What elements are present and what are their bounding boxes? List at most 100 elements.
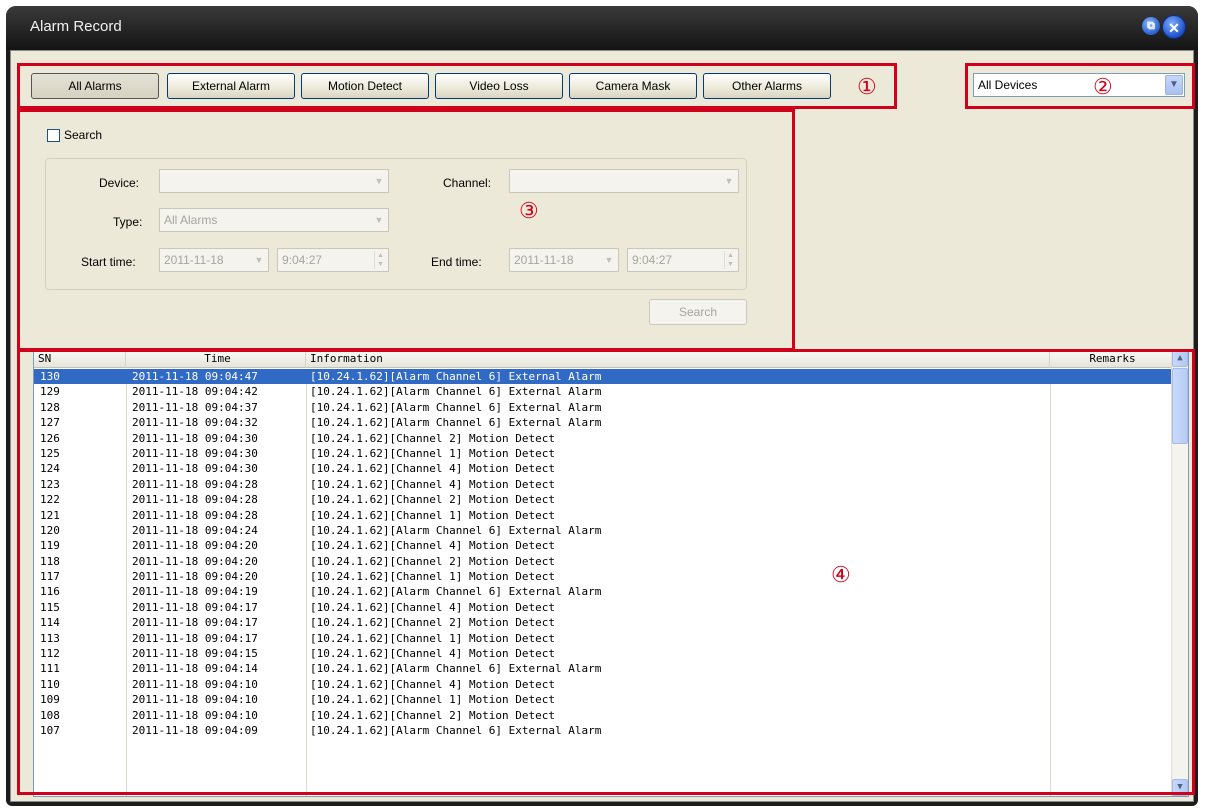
device-dropdown-value: All Devices	[978, 78, 1038, 92]
vertical-scrollbar[interactable]: ▲ ▼	[1171, 350, 1188, 796]
table-row[interactable]: 110 2011-11-18 09:04:10 [10.24.1.62][Chann…	[34, 677, 1172, 692]
column-header-information[interactable]: Information	[306, 350, 1050, 368]
table-row[interactable]: 122 2011-11-18 09:04:28 [10.24.1.62][Chann…	[34, 492, 1172, 507]
table-row[interactable]: 113 2011-11-18 09:04:17 [10.24.1.62][Chann…	[34, 631, 1172, 646]
chevron-down-icon: ▼	[724, 176, 734, 186]
cell-sn: 127	[40, 416, 60, 430]
end-date-value: 2011-11-18	[514, 253, 574, 267]
cell-information: [10.24.1.62][Alarm Channel 6] External A…	[310, 723, 602, 737]
cell-information: [10.24.1.62][Channel 4] Motion Detect	[310, 462, 556, 476]
cell-sn: 128	[40, 400, 60, 414]
cell-information: [10.24.1.62][Channel 4] Motion Detect	[310, 539, 556, 553]
tab-camera-mask[interactable]: Camera Mask	[569, 73, 697, 99]
cell-sn: 107	[40, 723, 60, 737]
cell-information: [10.24.1.62][Channel 2] Motion Detect	[310, 616, 556, 630]
column-header-remarks[interactable]: Remarks	[1050, 350, 1172, 368]
table-row[interactable]: 125 2011-11-18 09:04:30 [10.24.1.62][Chann…	[34, 446, 1172, 461]
cell-sn: 126	[40, 431, 60, 445]
scroll-thumb[interactable]	[1172, 368, 1188, 444]
table-row[interactable]: 129 2011-11-18 09:04:42 [10.24.1.62][Alarm…	[34, 384, 1172, 399]
device-select[interactable]: ▼	[159, 169, 389, 193]
cell-information: [10.24.1.62][Channel 2] Motion Detect	[310, 554, 556, 568]
column-header-time[interactable]: Time	[126, 350, 306, 368]
cell-time: 2011-11-18 09:04:30	[132, 431, 258, 445]
cell-time: 2011-11-18 09:04:24	[132, 523, 258, 537]
cell-sn: 124	[40, 462, 60, 476]
annotation-number-3: ③	[519, 199, 539, 224]
title-bar[interactable]: Alarm Record ⧉ ✕	[6, 6, 1198, 50]
tab-external-alarm[interactable]: External Alarm	[167, 73, 295, 99]
end-time-value: 9:04:27	[632, 253, 673, 267]
alarm-rows: 130 2011-11-18 09:04:47 [10.24.1.62][Alarm…	[34, 369, 1172, 738]
type-select-value: All Alarms	[164, 213, 218, 227]
cell-information: [10.24.1.62][Channel 2] Motion Detect	[310, 431, 556, 445]
annotation-number-1: ①	[857, 75, 877, 100]
scroll-up-icon[interactable]: ▲	[1172, 350, 1188, 367]
table-row[interactable]: 108 2011-11-18 09:04:10 [10.24.1.62][Chann…	[34, 708, 1172, 723]
spinner-arrows-icon: ▲ ▼	[724, 251, 736, 269]
cell-information: [10.24.1.62][Alarm Channel 6] External A…	[310, 416, 602, 430]
table-row[interactable]: 111 2011-11-18 09:04:14 [10.24.1.62][Alarm…	[34, 661, 1172, 676]
type-label: Type:	[113, 215, 143, 229]
cell-sn: 117	[40, 570, 60, 584]
cell-time: 2011-11-18 09:04:28	[132, 508, 258, 522]
table-row[interactable]: 114 2011-11-18 09:04:17 [10.24.1.62][Chann…	[34, 615, 1172, 630]
cell-sn: 115	[40, 600, 60, 614]
cell-time: 2011-11-18 09:04:17	[132, 600, 258, 614]
cell-information: [10.24.1.62][Channel 4] Motion Detect	[310, 677, 556, 691]
table-row[interactable]: 107 2011-11-18 09:04:09 [10.24.1.62][Alarm…	[34, 723, 1172, 738]
cell-information: [10.24.1.62][Channel 4] Motion Detect	[310, 600, 556, 614]
alarm-list[interactable]: SN Time Information Remarks 130 2011-11-1…	[33, 349, 1189, 797]
cell-time: 2011-11-18 09:04:10	[132, 693, 258, 707]
chevron-down-icon[interactable]: ▼	[1165, 75, 1183, 95]
channel-select[interactable]: ▼	[509, 169, 739, 193]
cell-time: 2011-11-18 09:04:09	[132, 723, 258, 737]
cell-sn: 112	[40, 647, 60, 661]
search-toggle[interactable]: Search	[47, 128, 102, 142]
tab-video-loss[interactable]: Video Loss	[435, 73, 563, 99]
client-area: All Alarms External Alarm Motion Detect …	[10, 50, 1195, 802]
restore-icon[interactable]: ⧉	[1142, 17, 1160, 35]
cell-time: 2011-11-18 09:04:15	[132, 647, 258, 661]
end-time-spinner[interactable]: 9:04:27 ▲ ▼	[627, 248, 739, 272]
cell-sn: 120	[40, 523, 60, 537]
table-row[interactable]: 118 2011-11-18 09:04:20 [10.24.1.62][Chann…	[34, 554, 1172, 569]
table-row[interactable]: 130 2011-11-18 09:04:47 [10.24.1.62][Alarm…	[34, 369, 1172, 385]
cell-information: [10.24.1.62][Channel 1] Motion Detect	[310, 631, 556, 645]
column-header-sn[interactable]: SN	[34, 350, 126, 368]
cell-sn: 123	[40, 477, 60, 491]
table-row[interactable]: 120 2011-11-18 09:04:24 [10.24.1.62][Alarm…	[34, 523, 1172, 538]
alarm-record-window: Alarm Record ⧉ ✕ All Alarms External Ala…	[6, 6, 1198, 806]
scroll-down-icon[interactable]: ▼	[1172, 779, 1188, 796]
cell-information: [10.24.1.62][Channel 2] Motion Detect	[310, 493, 556, 507]
table-row[interactable]: 116 2011-11-18 09:04:19 [10.24.1.62][Alarm…	[34, 584, 1172, 599]
cell-sn: 110	[40, 677, 60, 691]
table-row[interactable]: 112 2011-11-18 09:04:15 [10.24.1.62][Chann…	[34, 646, 1172, 661]
table-row[interactable]: 128 2011-11-18 09:04:37 [10.24.1.62][Alarm…	[34, 400, 1172, 415]
start-date-picker[interactable]: 2011-11-18 ▼	[159, 248, 269, 272]
end-time-label: End time:	[431, 255, 482, 269]
table-row[interactable]: 117 2011-11-18 09:04:20 [10.24.1.62][Chann…	[34, 569, 1172, 584]
device-dropdown[interactable]: All Devices ▼	[973, 73, 1185, 97]
close-icon[interactable]: ✕	[1162, 15, 1186, 39]
table-row[interactable]: 109 2011-11-18 09:04:10 [10.24.1.62][Chann…	[34, 692, 1172, 707]
type-select[interactable]: All Alarms ▼	[159, 208, 389, 232]
tab-other-alarms[interactable]: Other Alarms	[703, 73, 831, 99]
end-date-picker[interactable]: 2011-11-18 ▼	[509, 248, 619, 272]
cell-sn: 125	[40, 446, 60, 460]
table-row[interactable]: 127 2011-11-18 09:04:32 [10.24.1.62][Alarm…	[34, 415, 1172, 430]
table-row[interactable]: 123 2011-11-18 09:04:28 [10.24.1.62][Chann…	[34, 477, 1172, 492]
table-row[interactable]: 126 2011-11-18 09:04:30 [10.24.1.62][Chann…	[34, 431, 1172, 446]
table-row[interactable]: 121 2011-11-18 09:04:28 [10.24.1.62][Chann…	[34, 508, 1172, 523]
cell-time: 2011-11-18 09:04:37	[132, 400, 258, 414]
table-row[interactable]: 119 2011-11-18 09:04:20 [10.24.1.62][Chann…	[34, 538, 1172, 553]
table-row[interactable]: 124 2011-11-18 09:04:30 [10.24.1.62][Chann…	[34, 461, 1172, 476]
tab-motion-detect[interactable]: Motion Detect	[301, 73, 429, 99]
search-button[interactable]: Search	[649, 299, 747, 325]
start-date-value: 2011-11-18	[164, 253, 224, 267]
start-time-spinner[interactable]: 9:04:27 ▲ ▼	[277, 248, 389, 272]
search-checkbox[interactable]	[47, 128, 60, 142]
tab-all-alarms[interactable]: All Alarms	[31, 73, 159, 99]
chevron-down-icon: ▼	[374, 215, 384, 225]
table-row[interactable]: 115 2011-11-18 09:04:17 [10.24.1.62][Chann…	[34, 600, 1172, 615]
